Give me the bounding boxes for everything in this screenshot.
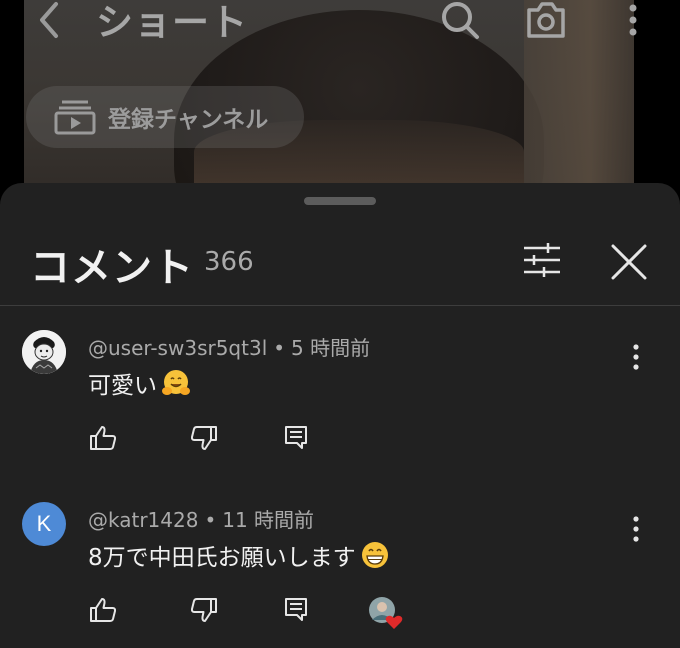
comment-body: 8万で中田氏お願いします xyxy=(88,545,356,571)
like-button[interactable] xyxy=(88,424,118,452)
tune-icon xyxy=(524,243,560,277)
thumbs-up-icon xyxy=(90,598,117,622)
reply-comment-icon xyxy=(285,598,307,621)
reply-button[interactable] xyxy=(282,596,312,624)
camera-button[interactable] xyxy=(525,0,567,40)
comment-more-button[interactable] xyxy=(626,514,646,544)
subscriptions-icon xyxy=(54,100,96,135)
comments-count: 366 xyxy=(204,247,254,277)
sheet-drag-handle[interactable] xyxy=(304,197,376,205)
avatar[interactable] xyxy=(22,330,66,374)
comment-time: 5 時間前 xyxy=(291,336,371,360)
avatar-illustration xyxy=(22,330,66,374)
more-vert-icon xyxy=(629,4,637,36)
thumbs-down-icon xyxy=(190,598,217,622)
meta-separator: • xyxy=(273,336,286,360)
comment-text: 8万で中田氏お願いします xyxy=(88,538,390,572)
thumbs-up-icon xyxy=(90,426,117,450)
dislike-button[interactable] xyxy=(189,424,219,452)
subscriptions-chip-label: 登録チャンネル xyxy=(108,107,269,133)
like-button[interactable] xyxy=(88,596,118,624)
meta-separator: • xyxy=(204,508,217,532)
chevron-left-icon xyxy=(40,2,58,38)
close-sheet-button[interactable] xyxy=(610,243,648,281)
page-title: ショート xyxy=(96,1,248,44)
grinning-face-emoji-icon xyxy=(361,542,388,568)
comment-meta: @user-sw3sr5qt3l • 5 時間前 xyxy=(88,332,370,361)
comment-more-button[interactable] xyxy=(626,342,646,372)
comment-item: @user-sw3sr5qt3l • 5 時間前 可愛い xyxy=(0,330,680,500)
thumbs-down-icon xyxy=(190,426,217,450)
comment-meta: @katr1428 • 11 時間前 xyxy=(88,504,314,533)
comment-body: 可愛い xyxy=(88,373,157,399)
back-button[interactable] xyxy=(34,0,64,40)
camera-icon xyxy=(527,2,565,38)
comment-author[interactable]: @katr1428 xyxy=(88,508,198,532)
comment-item: K @katr1428 • 11 時間前 8万で中田氏お願いします xyxy=(0,502,680,648)
search-button[interactable] xyxy=(440,0,480,40)
more-vert-icon xyxy=(633,344,639,370)
comments-title: コメント xyxy=(30,245,194,291)
comments-sheet: コメント 366 @user-sw3sr5qt3l • 5 時間前 可愛い K … xyxy=(0,183,680,648)
dislike-button[interactable] xyxy=(189,596,219,624)
subscriptions-chip[interactable]: 登録チャンネル xyxy=(26,86,304,148)
more-options-button[interactable] xyxy=(624,0,642,40)
close-icon xyxy=(611,244,647,280)
reply-comment-icon xyxy=(285,426,307,449)
hugging-face-emoji-icon xyxy=(162,370,190,395)
reply-button[interactable] xyxy=(282,424,312,452)
creator-heart-icon xyxy=(369,597,403,629)
sort-filter-button[interactable] xyxy=(522,243,562,277)
avatar[interactable]: K xyxy=(22,502,66,546)
creator-heart-badge xyxy=(368,596,404,630)
comment-author[interactable]: @user-sw3sr5qt3l xyxy=(88,336,267,360)
sheet-header-divider xyxy=(0,305,680,306)
comment-text: 可愛い xyxy=(88,366,191,400)
video-edge-left xyxy=(0,0,24,200)
search-icon xyxy=(442,2,479,39)
more-vert-icon xyxy=(633,516,639,542)
comment-time: 11 時間前 xyxy=(222,508,315,532)
